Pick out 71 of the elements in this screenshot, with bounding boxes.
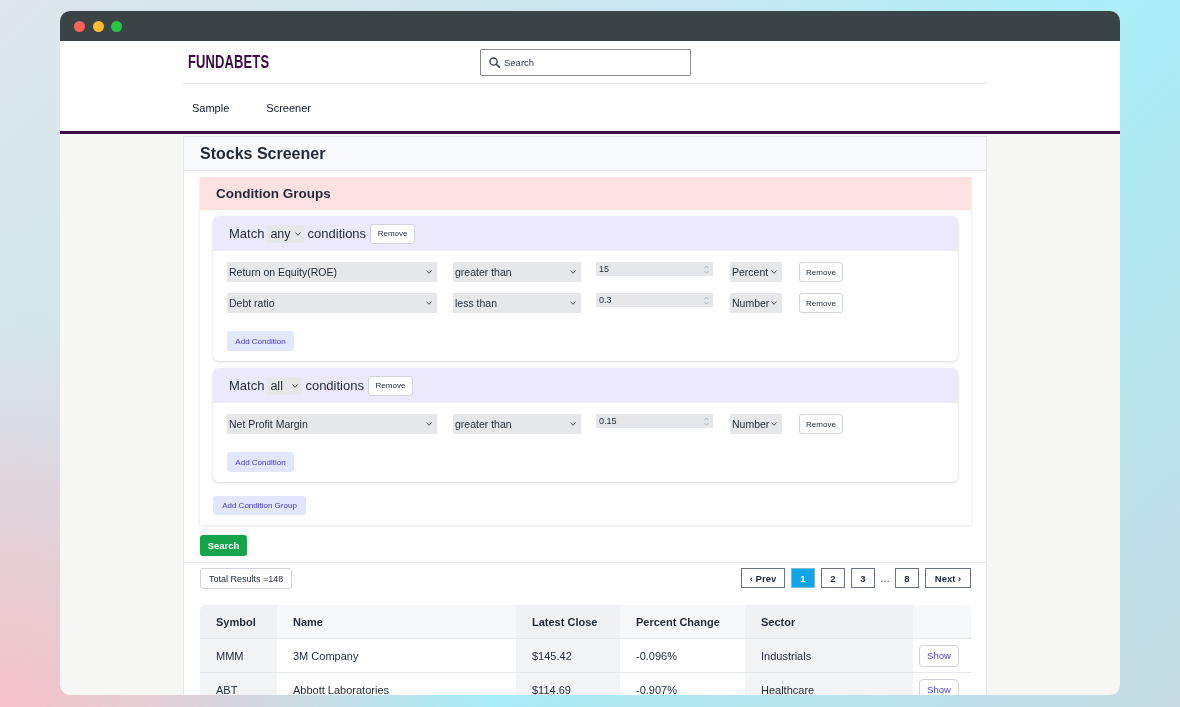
remove-group-button[interactable]: Remove xyxy=(367,375,413,396)
maximize-icon[interactable] xyxy=(111,20,122,32)
caret-icon xyxy=(426,301,432,305)
nav-link[interactable]: Screener xyxy=(266,101,311,114)
brand-logo[interactable]: FUNDABETS xyxy=(188,51,270,73)
column-header: Sector xyxy=(745,605,913,638)
caret-icon xyxy=(771,422,777,426)
nav-link[interactable]: Sample xyxy=(192,101,230,114)
add-group-button[interactable]: Add Condition Group xyxy=(213,496,306,515)
column-header: Symbol xyxy=(200,605,277,638)
table-cell-text: 3M Company xyxy=(292,648,360,664)
search-icon xyxy=(489,56,500,68)
operator-select[interactable]: greater than xyxy=(453,262,581,282)
caret-icon xyxy=(570,301,576,305)
section-header: Condition Groups xyxy=(200,177,971,210)
remove-condition-button[interactable]: Remove xyxy=(799,262,843,282)
value-input[interactable]: 0.15 xyxy=(596,414,713,428)
caret-icon xyxy=(426,422,432,426)
column-header: Percent Change xyxy=(635,614,721,630)
table-cell-text: -0.907% xyxy=(635,682,678,695)
page-button[interactable]: 8 xyxy=(895,568,919,588)
remove-group-button[interactable]: Remove xyxy=(370,223,416,244)
unit-select[interactable]: Number xyxy=(730,293,782,313)
table-cell-text: -0.096% xyxy=(635,648,678,664)
next-page-button[interactable]: Next › xyxy=(925,568,971,588)
caret-icon xyxy=(570,270,576,274)
match-select[interactable]: all xyxy=(267,376,302,395)
caret-icon xyxy=(771,301,777,305)
results-count: Total Results =148 xyxy=(200,568,293,589)
table-cell: $114.69 xyxy=(516,673,620,695)
caret-icon xyxy=(570,422,576,426)
operator-select[interactable]: less than xyxy=(453,293,581,313)
conditions-label: conditions xyxy=(305,378,364,393)
metric-select[interactable]: Net Profit Margin xyxy=(227,414,437,434)
page-button[interactable]: 2 xyxy=(821,568,845,588)
match-label: Match xyxy=(229,378,265,393)
table-cell: $145.42 xyxy=(516,639,620,672)
table-cell: ABT xyxy=(200,673,277,695)
column-header: Name xyxy=(292,614,324,630)
value-input[interactable]: 15 xyxy=(596,262,713,276)
prev-page-button[interactable]: ‹ Prev xyxy=(741,568,785,588)
show-button[interactable]: Show xyxy=(919,678,959,695)
close-icon[interactable] xyxy=(74,20,85,32)
add-condition-button[interactable]: Add Condition xyxy=(227,331,294,351)
column-header: Latest Close xyxy=(516,605,620,638)
table-cell: MMM xyxy=(200,639,277,672)
show-button[interactable]: Show xyxy=(919,644,959,667)
search-field[interactable]: Search xyxy=(480,48,691,76)
caret-icon xyxy=(294,231,301,236)
add-condition-button[interactable]: Add Condition xyxy=(227,452,294,472)
caret-icon xyxy=(426,270,432,274)
page-title: Stocks Screener xyxy=(184,137,986,171)
unit-select[interactable]: Percent xyxy=(730,262,782,282)
unit-select[interactable]: Number xyxy=(730,414,782,434)
remove-condition-button[interactable]: Remove xyxy=(799,293,843,313)
conditions-label: conditions xyxy=(307,226,367,241)
match-select[interactable]: any xyxy=(267,224,304,243)
metric-select[interactable]: Return on Equity(ROE) xyxy=(227,262,437,282)
table-cell: Industrials xyxy=(745,639,913,672)
remove-condition-button[interactable]: Remove xyxy=(799,414,843,434)
minimize-icon[interactable] xyxy=(92,20,104,32)
pagination-ellipsis: … xyxy=(880,572,890,584)
match-label: Match xyxy=(229,226,265,241)
table-cell-text: Abbott Laboratories xyxy=(292,682,390,695)
operator-select[interactable]: greater than xyxy=(453,414,581,434)
page-button[interactable]: 3 xyxy=(851,568,875,588)
table-cell: Healthcare xyxy=(745,673,913,695)
caret-icon xyxy=(771,270,777,274)
caret-icon xyxy=(292,383,299,388)
value-input[interactable]: 0.3 xyxy=(596,293,713,307)
metric-select[interactable]: Debt ratio xyxy=(227,293,437,313)
